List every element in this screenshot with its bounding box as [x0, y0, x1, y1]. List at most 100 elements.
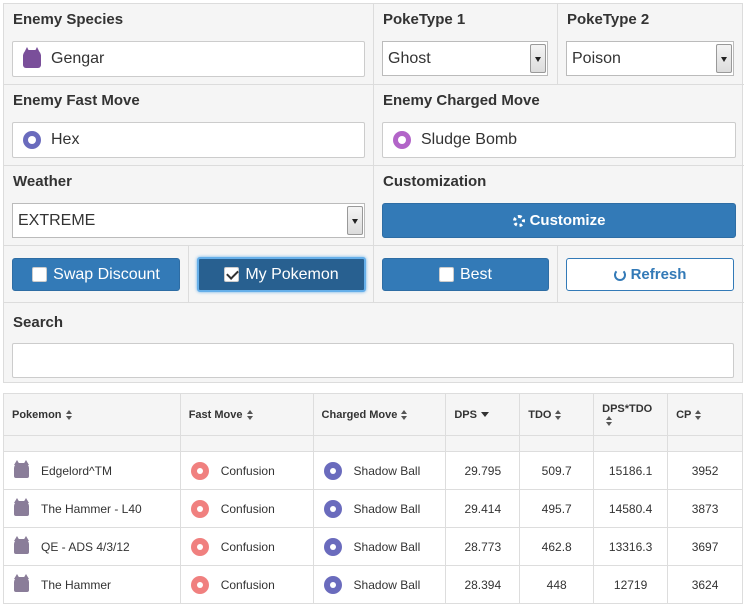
poketype1-cell: PokeType 1 Ghost — [374, 4, 558, 85]
cell-tdo: 495.7 — [519, 489, 595, 528]
filter-row — [3, 435, 743, 452]
customize-button-label: Customize — [529, 212, 606, 229]
cell-dps-tdo: 13316.3 — [593, 527, 669, 566]
enemy-species-input[interactable]: Gengar — [12, 41, 365, 77]
checkbox-unchecked-icon — [438, 267, 454, 282]
col-header-dps[interactable]: DPS — [445, 393, 521, 436]
sort-icon — [695, 409, 702, 420]
cell-cp: 3873 — [667, 489, 743, 528]
sort-icon — [606, 415, 613, 426]
charged-move-label: Enemy Charged Move — [383, 92, 540, 109]
poketype2-select[interactable]: Poison — [566, 41, 734, 76]
cell-tdo: 509.7 — [519, 451, 595, 490]
weather-select[interactable]: EXTREME — [12, 203, 365, 238]
cell-tdo: 462.8 — [519, 527, 595, 566]
fast-move-input[interactable]: Hex — [12, 122, 365, 158]
my-pokemon-cell: My Pokemon — [189, 246, 374, 303]
refresh-cell: Refresh — [558, 246, 744, 303]
cell-cp: 3952 — [667, 451, 743, 490]
fast-move-name: Confusion — [220, 463, 275, 478]
enemy-species-value: Gengar — [51, 50, 105, 67]
table-row[interactable]: QE - ADS 4/3/12 Confusion Shadow Ball 28.77… — [3, 527, 743, 566]
charged-move-name: Shadow Ball — [353, 463, 421, 478]
pokemon-name: Edgelord^TM — [41, 463, 112, 478]
best-label: Best — [459, 265, 492, 283]
chevron-down-icon[interactable] — [347, 206, 363, 235]
cell-fast-move: Confusion — [179, 565, 314, 604]
ghost-type-icon — [323, 461, 342, 480]
cell-charged-move: Shadow Ball — [312, 527, 447, 566]
cell-fast-move: Confusion — [179, 451, 314, 490]
poketype1-value: Ghost — [388, 49, 431, 67]
poketype2-cell: PokeType 2 Poison — [558, 4, 744, 85]
pokemon-sprite-icon — [14, 536, 29, 554]
weather-cell: Weather EXTREME — [4, 166, 374, 246]
results-table: Pokemon Fast Move Charged Move DPS TDO D… — [3, 393, 743, 604]
cell-dps: 28.394 — [445, 565, 521, 604]
table-row[interactable]: The Hammer Confusion Shadow Ball 28.394 448 1… — [3, 565, 743, 604]
cell-pokemon: The Hammer — [3, 565, 181, 604]
sort-desc-icon — [480, 412, 489, 418]
sort-icon — [246, 409, 254, 420]
table-row[interactable]: Edgelord^TM Confusion Shadow Ball 29.795 509… — [3, 451, 743, 490]
table-row[interactable]: The Hammer - L40 Confusion Shadow Ball 29.4… — [3, 489, 743, 528]
weather-label: Weather — [13, 173, 72, 190]
cell-cp: 3624 — [667, 565, 743, 604]
enemy-species-label: Enemy Species — [13, 11, 124, 28]
sort-icon — [555, 409, 562, 420]
cell-pokemon: Edgelord^TM — [3, 451, 181, 490]
pokemon-sprite-icon — [14, 460, 29, 478]
cell-charged-move: Shadow Ball — [312, 565, 447, 604]
swap-discount-cell: Swap Discount — [4, 246, 189, 303]
cell-tdo: 448 — [519, 565, 595, 604]
customize-button[interactable]: Customize — [382, 203, 736, 238]
cell-cp: 3697 — [667, 527, 743, 566]
col-header-dps-tdo[interactable]: DPS*TDO — [593, 393, 669, 436]
fast-move-name: Confusion — [220, 577, 275, 592]
col-header-pokemon[interactable]: Pokemon — [3, 393, 181, 436]
cell-pokemon: QE - ADS 4/3/12 — [3, 527, 181, 566]
search-cell: Search — [4, 303, 744, 382]
cell-charged-move: Shadow Ball — [312, 489, 447, 528]
cell-charged-move: Shadow Ball — [312, 451, 447, 490]
refresh-button[interactable]: Refresh — [566, 258, 734, 291]
ghost-type-icon — [323, 575, 342, 594]
col-header-fast-move[interactable]: Fast Move — [179, 393, 314, 436]
charged-move-cell: Enemy Charged Move Sludge Bomb — [374, 85, 744, 166]
my-pokemon-toggle[interactable]: My Pokemon — [197, 257, 366, 292]
charged-move-name: Shadow Ball — [353, 577, 421, 592]
weather-value: EXTREME — [18, 211, 96, 229]
pokemon-sprite-icon — [14, 498, 29, 516]
pokemon-name: The Hammer — [41, 577, 112, 592]
col-header-charged-move[interactable]: Charged Move — [312, 393, 447, 436]
search-label: Search — [13, 314, 64, 331]
poketype2-value: Poison — [572, 49, 621, 67]
cell-dps: 29.795 — [445, 451, 521, 490]
gear-icon — [512, 214, 525, 227]
swap-discount-label: Swap Discount — [53, 265, 160, 283]
best-toggle[interactable]: Best — [382, 258, 549, 291]
swap-discount-toggle[interactable]: Swap Discount — [12, 258, 180, 291]
charged-move-input[interactable]: Sludge Bomb — [382, 122, 736, 158]
sort-icon — [65, 409, 73, 420]
fast-move-name: Confusion — [220, 539, 275, 554]
best-cell: Best — [374, 246, 558, 303]
cell-dps-tdo: 14580.4 — [593, 489, 669, 528]
charged-move-name: Shadow Ball — [353, 501, 421, 516]
col-header-cp[interactable]: CP — [667, 393, 743, 436]
search-input[interactable] — [12, 343, 734, 378]
poketype1-select[interactable]: Ghost — [382, 41, 548, 76]
ghost-type-icon — [323, 499, 342, 518]
chevron-down-icon[interactable] — [716, 44, 732, 73]
col-header-tdo[interactable]: TDO — [519, 393, 595, 436]
ghost-type-icon — [23, 131, 41, 149]
charged-move-name: Shadow Ball — [353, 539, 421, 554]
chevron-down-icon[interactable] — [530, 44, 546, 73]
sort-icon — [401, 409, 408, 420]
checkbox-unchecked-icon — [32, 267, 48, 282]
refresh-label: Refresh — [630, 266, 687, 283]
pokemon-name: QE - ADS 4/3/12 — [41, 539, 130, 554]
cell-dps: 28.773 — [445, 527, 521, 566]
cell-dps-tdo: 15186.1 — [593, 451, 669, 490]
table-header-row: Pokemon Fast Move Charged Move DPS TDO D… — [3, 393, 743, 436]
